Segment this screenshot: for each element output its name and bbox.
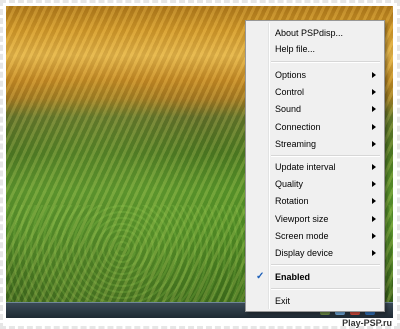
menu-item-label: Update interval — [275, 162, 336, 172]
submenu-arrow-icon — [372, 106, 376, 112]
context-menu: About PSPdisp... Help file... Options Co… — [245, 20, 385, 312]
menu-item-label: Streaming — [275, 139, 317, 149]
submenu-arrow-icon — [372, 181, 376, 187]
menu-item-label: Display device — [275, 248, 334, 258]
menu-item-help-file[interactable]: Help file... — [248, 41, 382, 57]
menu-item-label: Options — [275, 70, 307, 80]
menu-item-label: Sound — [275, 104, 302, 114]
menu-separator — [271, 61, 380, 63]
menu-item-viewport-size[interactable]: Viewport size — [248, 211, 382, 227]
menu-item-update-interval[interactable]: Update interval — [248, 159, 382, 175]
menu-item-display-device[interactable]: Display device — [248, 245, 382, 261]
submenu-arrow-icon — [372, 233, 376, 239]
menu-item-streaming[interactable]: Streaming — [248, 136, 382, 152]
menu-item-sound[interactable]: Sound — [248, 101, 382, 117]
menu-item-label: About PSPdisp... — [275, 28, 344, 38]
menu-item-label: Rotation — [275, 196, 309, 206]
menu-item-label: Control — [275, 87, 305, 97]
menu-separator — [271, 264, 380, 266]
submenu-arrow-icon — [372, 89, 376, 95]
menu-item-options[interactable]: Options — [248, 67, 382, 83]
menu-separator — [271, 155, 380, 157]
menu-item-label: Viewport size — [275, 214, 329, 224]
submenu-arrow-icon — [372, 141, 376, 147]
menu-item-label: Exit — [275, 296, 291, 306]
submenu-arrow-icon — [372, 164, 376, 170]
menu-item-enabled[interactable]: ✓ Enabled — [248, 269, 382, 285]
submenu-arrow-icon — [372, 250, 376, 256]
menu-item-control[interactable]: Control — [248, 84, 382, 100]
menu-item-screen-mode[interactable]: Screen mode — [248, 228, 382, 244]
menu-separator — [271, 288, 380, 290]
menu-item-label: Connection — [275, 122, 321, 132]
menu-item-label: Quality — [275, 179, 304, 189]
menu-item-label: Enabled — [275, 272, 311, 282]
menu-item-exit[interactable]: Exit — [248, 293, 382, 309]
submenu-arrow-icon — [372, 216, 376, 222]
menu-item-about[interactable]: About PSPdisp... — [248, 25, 382, 41]
submenu-arrow-icon — [372, 72, 376, 78]
menu-item-label: Screen mode — [275, 231, 329, 241]
watermark-text: Play-PSP.ru — [342, 318, 392, 328]
submenu-arrow-icon — [372, 198, 376, 204]
menu-item-rotation[interactable]: Rotation — [248, 193, 382, 209]
checkmark-icon: ✓ — [256, 271, 265, 282]
submenu-arrow-icon — [372, 124, 376, 130]
menu-item-connection[interactable]: Connection — [248, 119, 382, 135]
menu-item-quality[interactable]: Quality — [248, 176, 382, 192]
menu-item-label: Help file... — [275, 44, 316, 54]
